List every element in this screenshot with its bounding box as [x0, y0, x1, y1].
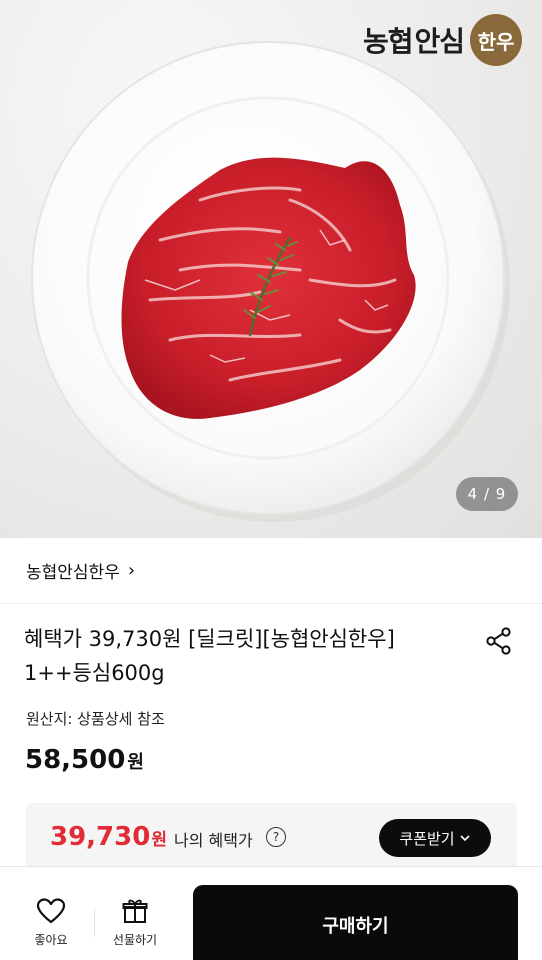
coupon-label: 쿠폰받기: [399, 829, 455, 848]
gift-label: 선물하기: [112, 933, 158, 947]
gift-button[interactable]: 선물하기: [102, 897, 168, 948]
get-coupon-button[interactable]: 쿠폰받기: [379, 819, 491, 857]
like-label: 좋아요: [34, 933, 68, 947]
chevron-right-icon: ›: [127, 560, 136, 581]
like-button[interactable]: 좋아요: [18, 897, 84, 948]
benefit-price-unit: 원: [151, 830, 167, 850]
brand-link[interactable]: 농협안심한우 ›: [0, 538, 542, 604]
product-photo: [31, 41, 510, 522]
origin-info: 원산지: 상품상세 참조: [26, 710, 165, 728]
image-counter: 4 / 9: [456, 477, 518, 511]
gift-icon: [122, 899, 148, 923]
product-image-carousel[interactable]: 농협 안심 한우 4 / 9: [0, 0, 542, 538]
logo-seal: 한우: [470, 14, 522, 66]
share-icon[interactable]: [484, 626, 514, 656]
price-unit: 원: [127, 752, 144, 773]
divider: [94, 909, 95, 937]
price-value: 58,500: [25, 745, 126, 775]
heart-icon: [36, 898, 66, 924]
buy-button[interactable]: 구매하기: [193, 885, 518, 960]
benefit-price-value: 39,730: [50, 822, 151, 852]
bottom-action-bar: 좋아요 선물하기 구매하기: [0, 866, 542, 960]
brand-logo: 농협 안심 한우: [363, 12, 522, 68]
benefit-box: 39,730원 나의 혜택가 ? 쿠폰받기: [26, 803, 517, 873]
benefit-price: 39,730원: [50, 822, 167, 852]
original-price: 58,500 원: [25, 745, 144, 775]
brand-name: 농협안심한우: [26, 563, 120, 583]
chevron-down-icon: [460, 835, 470, 842]
logo-text-ansim: 안심: [414, 25, 465, 58]
help-icon[interactable]: ?: [266, 827, 286, 847]
logo-text-nonghyup: 농협: [362, 25, 414, 58]
product-title: 혜택가 39,730원 [딜크릿][농협안심한우] 1++등심600g: [24, 627, 395, 685]
benefit-label: 나의 혜택가: [174, 831, 253, 850]
